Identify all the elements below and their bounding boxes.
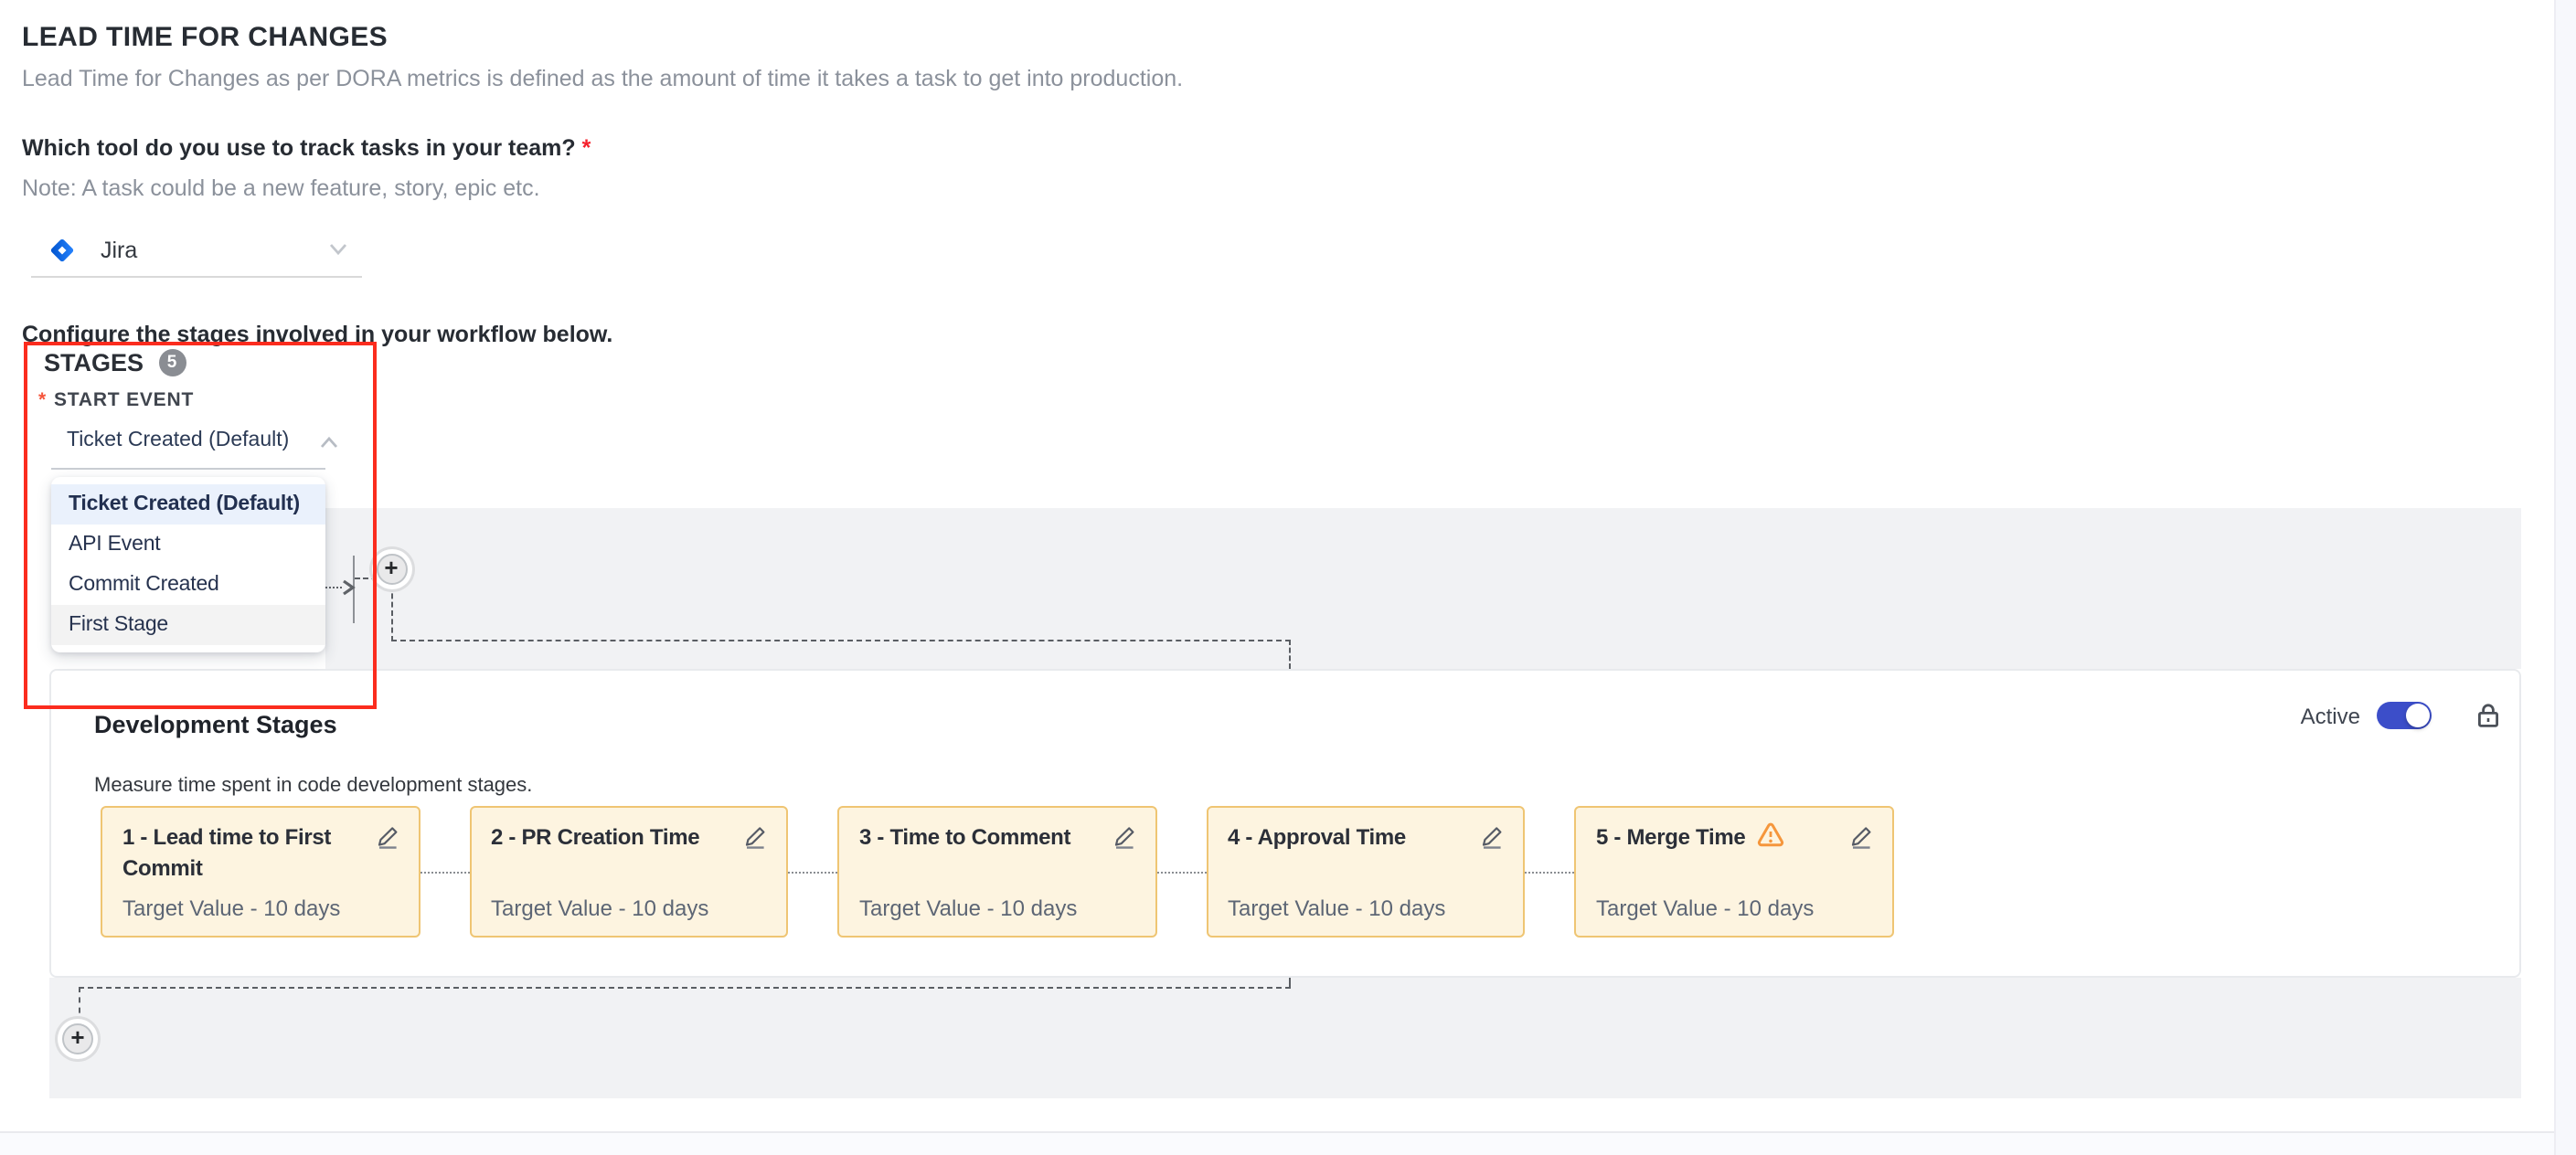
edit-pencil-icon[interactable] <box>742 824 768 850</box>
lead-time-config-page: LEAD TIME FOR CHANGES Lead Time for Chan… <box>0 0 2576 1155</box>
page-subtitle: Lead Time for Changes as per DORA metric… <box>22 66 1183 91</box>
edit-pencil-icon[interactable] <box>1111 824 1136 850</box>
app-viewport: LEAD TIME FOR CHANGES Lead Time for Chan… <box>0 0 2576 1155</box>
stage-card-title: 4 - Approval Time <box>1228 822 1465 853</box>
group-description: Measure time spent in code development s… <box>94 775 532 797</box>
group-controls: Active <box>2301 702 2501 729</box>
connector-top-vertical-1 <box>390 584 392 641</box>
jira-icon <box>48 235 77 264</box>
stage-card-target: Target Value - 10 days <box>122 895 340 920</box>
stages-count-badge: 5 <box>158 349 186 376</box>
edit-pencil-icon[interactable] <box>1847 824 1873 850</box>
connector-top-horizontal <box>390 640 1290 641</box>
card-connector <box>788 871 837 873</box>
stages-heading-text: STAGES <box>44 349 144 376</box>
card-connector <box>420 871 469 873</box>
right-gutter <box>2554 0 2576 1155</box>
workflow-canvas-top-row <box>325 507 2521 668</box>
connector-bottom-horizontal <box>78 986 1290 988</box>
active-label: Active <box>2301 703 2360 728</box>
stage-card-title: 5 - Merge Time <box>1596 822 1834 853</box>
tool-question-text: Which tool do you use to track tasks in … <box>22 135 576 161</box>
dropdown-option-commit-created[interactable]: Commit Created <box>51 565 325 605</box>
start-event-dropdown-menu: Ticket Created (Default) API Event Commi… <box>51 477 325 652</box>
start-event-select[interactable]: Ticket Created (Default) <box>51 422 325 470</box>
connector-bottom-vertical-left <box>78 987 80 1023</box>
tool-select[interactable]: Jira <box>31 223 362 278</box>
edit-pencil-icon[interactable] <box>1479 824 1505 850</box>
footer-strip <box>0 1132 2576 1155</box>
edit-pencil-icon[interactable] <box>374 824 399 850</box>
stage-card-2[interactable]: 2 - PR Creation Time Target Value - 10 d… <box>469 806 788 937</box>
stage-card-target: Target Value - 10 days <box>491 895 708 920</box>
dropdown-option-api-event[interactable]: API Event <box>51 525 325 565</box>
add-stage-button-bottom[interactable]: + <box>62 1023 93 1054</box>
connector-top-vertical-2 <box>1289 640 1291 668</box>
workflow-canvas-bottom-row <box>49 978 2521 1098</box>
stage-card-target: Target Value - 10 days <box>859 895 1077 920</box>
stage-card-title: 1 - Lead time to First Commit <box>122 822 360 884</box>
tool-select-value: Jira <box>101 237 137 262</box>
card-connector <box>1525 871 1574 873</box>
connector-port-to-plus <box>354 578 376 579</box>
required-asterisk: * <box>582 135 591 161</box>
stage-card-3[interactable]: 3 - Time to Comment Target Value - 10 da… <box>837 806 1156 937</box>
start-event-label: * START EVENT <box>38 389 194 411</box>
stage-card-4[interactable]: 4 - Approval Time Target Value - 10 days <box>1206 806 1525 937</box>
stages-heading: STAGES 5 <box>44 349 186 376</box>
add-stage-button-top[interactable]: + <box>376 553 407 584</box>
arrow-right-icon <box>339 578 356 595</box>
stage-card-target: Target Value - 10 days <box>1596 895 1814 920</box>
chevron-up-icon <box>319 437 337 450</box>
card-connector <box>1156 871 1206 873</box>
group-title: Development Stages <box>94 711 337 738</box>
lock-icon[interactable] <box>2475 702 2501 729</box>
stage-card-5[interactable]: 5 - Merge Time Target Value - 10 days <box>1574 806 1893 937</box>
stage-card-title: 2 - PR Creation Time <box>491 822 729 853</box>
configure-instruction: Configure the stages involved in your wo… <box>22 322 612 347</box>
page-title: LEAD TIME FOR CHANGES <box>22 22 388 53</box>
warning-icon <box>1756 822 1783 848</box>
active-toggle[interactable] <box>2377 702 2432 729</box>
dropdown-option-first-stage[interactable]: First Stage <box>51 605 325 645</box>
stage-card-1[interactable]: 1 - Lead time to First Commit Target Val… <box>101 806 420 937</box>
dropdown-option-ticket-created[interactable]: Ticket Created (Default) <box>51 484 325 525</box>
stage-card-title: 3 - Time to Comment <box>859 822 1097 853</box>
start-event-select-value: Ticket Created (Default) <box>67 429 289 451</box>
start-event-label-text: START EVENT <box>54 389 194 411</box>
toggle-knob <box>2406 704 2430 727</box>
tool-note: Note: A task could be a new feature, sto… <box>22 175 540 201</box>
tool-question: Which tool do you use to track tasks in … <box>22 135 591 161</box>
required-asterisk: * <box>38 389 47 411</box>
stage-card-target: Target Value - 10 days <box>1228 895 1445 920</box>
chevron-down-icon <box>329 243 347 256</box>
